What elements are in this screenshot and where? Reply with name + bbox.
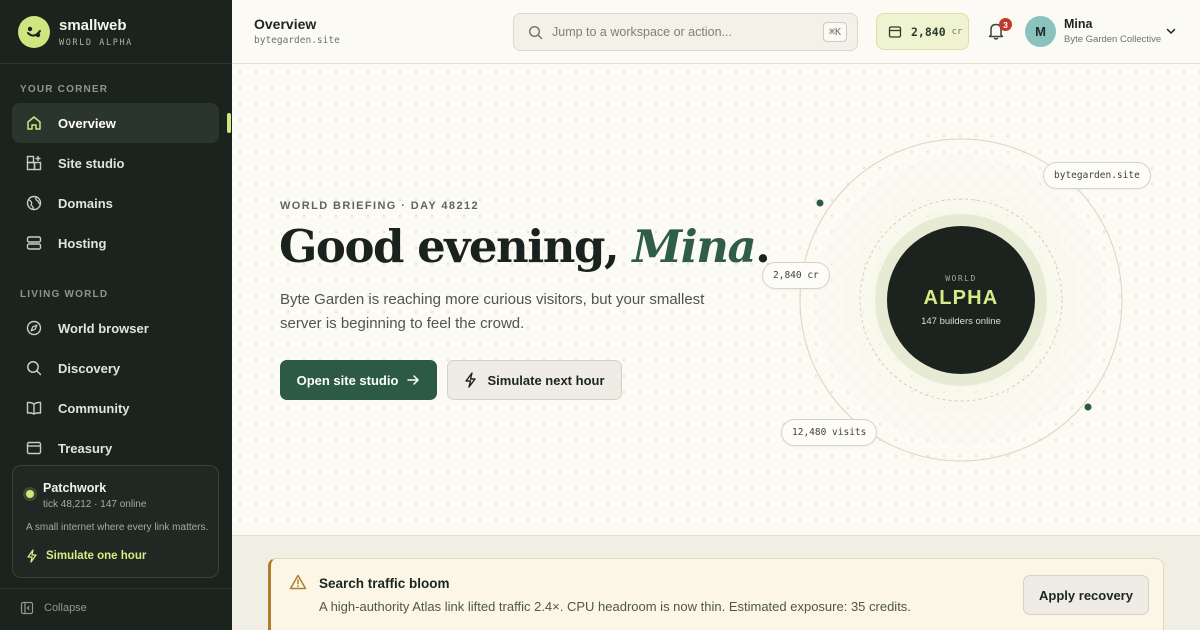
sidebar-item-hosting[interactable]: Hosting bbox=[12, 223, 219, 263]
alert-title: Search traffic bloom bbox=[319, 576, 450, 591]
search-icon bbox=[25, 359, 43, 377]
wallet-icon bbox=[888, 25, 902, 38]
sidebar-item-label: Discovery bbox=[58, 360, 121, 376]
simulate-one-hour-button[interactable]: Simulate one hour bbox=[26, 549, 146, 563]
world-briefing-hero: WORLD BRIEFING · DAY 48212 Good evening,… bbox=[232, 64, 1200, 535]
sidebar-item-label: Community bbox=[58, 400, 130, 416]
shortcut-hint: ⌘K bbox=[822, 22, 847, 42]
sidebar-item-site-studio[interactable]: Site studio bbox=[12, 143, 219, 183]
book-open-icon bbox=[25, 399, 43, 417]
greeting-name: Mina bbox=[632, 220, 756, 273]
briefing-description: Byte Garden is reaching more curious vis… bbox=[280, 291, 705, 332]
apply-recovery-button[interactable]: Apply recovery bbox=[1023, 575, 1149, 615]
core-online-count: 147 builders online bbox=[921, 315, 1001, 327]
greeting-heading: Good evening, Mina. bbox=[279, 220, 771, 273]
user-org: Byte Garden Collective bbox=[1064, 34, 1162, 45]
credits-value: 2,840 bbox=[911, 24, 946, 39]
sidebar-item-label: World browser bbox=[58, 320, 149, 336]
topbar: Overview bytegarden.site ⌘K 2,840 cr 3 M… bbox=[232, 0, 1200, 64]
brand[interactable]: smallweb WORLD ALPHA bbox=[18, 14, 133, 50]
section-label-your-corner: YOUR CORNER bbox=[20, 84, 109, 95]
notification-badge: 3 bbox=[999, 18, 1012, 31]
sidebar-item-treasury[interactable]: Treasury bbox=[12, 428, 219, 468]
grid-plus-icon bbox=[25, 154, 43, 172]
core-world-name: ALPHA bbox=[923, 286, 999, 309]
divider bbox=[0, 588, 232, 589]
online-status-dot bbox=[26, 490, 34, 498]
open-site-studio-label: Open site studio bbox=[296, 372, 399, 388]
page-title: Overview bbox=[254, 16, 317, 32]
sidebar-item-label: Domains bbox=[58, 195, 113, 211]
sidebar-item-domains[interactable]: Domains bbox=[12, 183, 219, 223]
command-search[interactable]: ⌘K bbox=[513, 13, 858, 51]
sidebar: smallweb WORLD ALPHA YOUR CORNER Overvie… bbox=[0, 0, 232, 630]
divider bbox=[0, 63, 232, 64]
sidebar-item-label: Hosting bbox=[58, 235, 107, 251]
search-input[interactable] bbox=[552, 25, 802, 39]
user-name[interactable]: Mina bbox=[1064, 17, 1092, 31]
orbit-satellite bbox=[816, 199, 824, 207]
collapse-sidebar-button[interactable]: Collapse bbox=[20, 601, 87, 615]
simulate-next-hour-label: Simulate next hour bbox=[487, 372, 605, 388]
brand-name: smallweb bbox=[59, 16, 127, 34]
world-card-tick: tick 48,212 · 147 online bbox=[43, 499, 147, 510]
sidebar-item-label: Site studio bbox=[58, 155, 125, 171]
home-icon bbox=[25, 114, 43, 132]
lightning-icon bbox=[465, 372, 477, 388]
active-indicator bbox=[227, 113, 231, 133]
brand-subtitle: WORLD ALPHA bbox=[59, 37, 133, 48]
brand-logo-icon bbox=[18, 16, 50, 48]
server-icon bbox=[25, 234, 43, 252]
orbit-satellite bbox=[1084, 403, 1092, 411]
alerts-area: Search traffic bloom A high-authority At… bbox=[232, 535, 1200, 630]
world-status-card: Patchwork tick 48,212 · 147 online A sma… bbox=[12, 465, 219, 578]
greeting-prefix: Good evening, bbox=[279, 220, 633, 273]
orbit-label-visits: 12,480 visits bbox=[781, 419, 878, 446]
warning-icon bbox=[289, 574, 307, 590]
lightning-icon bbox=[27, 549, 37, 563]
sidebar-item-overview[interactable]: Overview bbox=[12, 103, 219, 143]
sidebar-item-community[interactable]: Community bbox=[12, 388, 219, 428]
open-site-studio-button[interactable]: Open site studio bbox=[280, 360, 437, 400]
world-card-title: Patchwork bbox=[43, 481, 107, 495]
chevron-down-icon[interactable] bbox=[1165, 25, 1177, 37]
search-icon bbox=[528, 25, 543, 39]
briefing-eyebrow: WORLD BRIEFING · DAY 48212 bbox=[280, 200, 479, 212]
orbit-label-site: bytegarden.site bbox=[1043, 162, 1151, 189]
simulate-next-hour-button[interactable]: Simulate next hour bbox=[447, 360, 622, 400]
orbit-label-credits: 2,840 cr bbox=[762, 262, 830, 289]
compass-icon bbox=[25, 319, 43, 337]
simulate-one-hour-label: Simulate one hour bbox=[46, 550, 147, 562]
collapse-icon bbox=[20, 601, 34, 615]
page-subtitle: bytegarden.site bbox=[254, 35, 340, 46]
avatar[interactable]: M bbox=[1025, 16, 1056, 47]
credits-unit: cr bbox=[951, 26, 963, 37]
globe-icon bbox=[25, 194, 43, 212]
collapse-label: Collapse bbox=[44, 602, 87, 614]
traffic-alert: Search traffic bloom A high-authority At… bbox=[268, 558, 1164, 630]
credits-balance[interactable]: 2,840 cr bbox=[876, 13, 969, 50]
sidebar-item-label: Treasury bbox=[58, 440, 113, 456]
sidebar-item-world-browser[interactable]: World browser bbox=[12, 308, 219, 348]
sidebar-item-label: Overview bbox=[58, 115, 116, 131]
alert-description: A high-authority Atlas link lifted traff… bbox=[319, 599, 911, 614]
world-core[interactable]: WORLD ALPHA 147 builders online bbox=[887, 226, 1035, 374]
arrow-right-icon bbox=[407, 375, 420, 385]
core-label: WORLD bbox=[945, 273, 977, 283]
sidebar-item-discovery[interactable]: Discovery bbox=[12, 348, 219, 388]
world-card-description: A small internet where every link matter… bbox=[26, 522, 209, 533]
section-label-living-world: LIVING WORLD bbox=[20, 289, 109, 300]
wallet-icon bbox=[25, 439, 43, 457]
